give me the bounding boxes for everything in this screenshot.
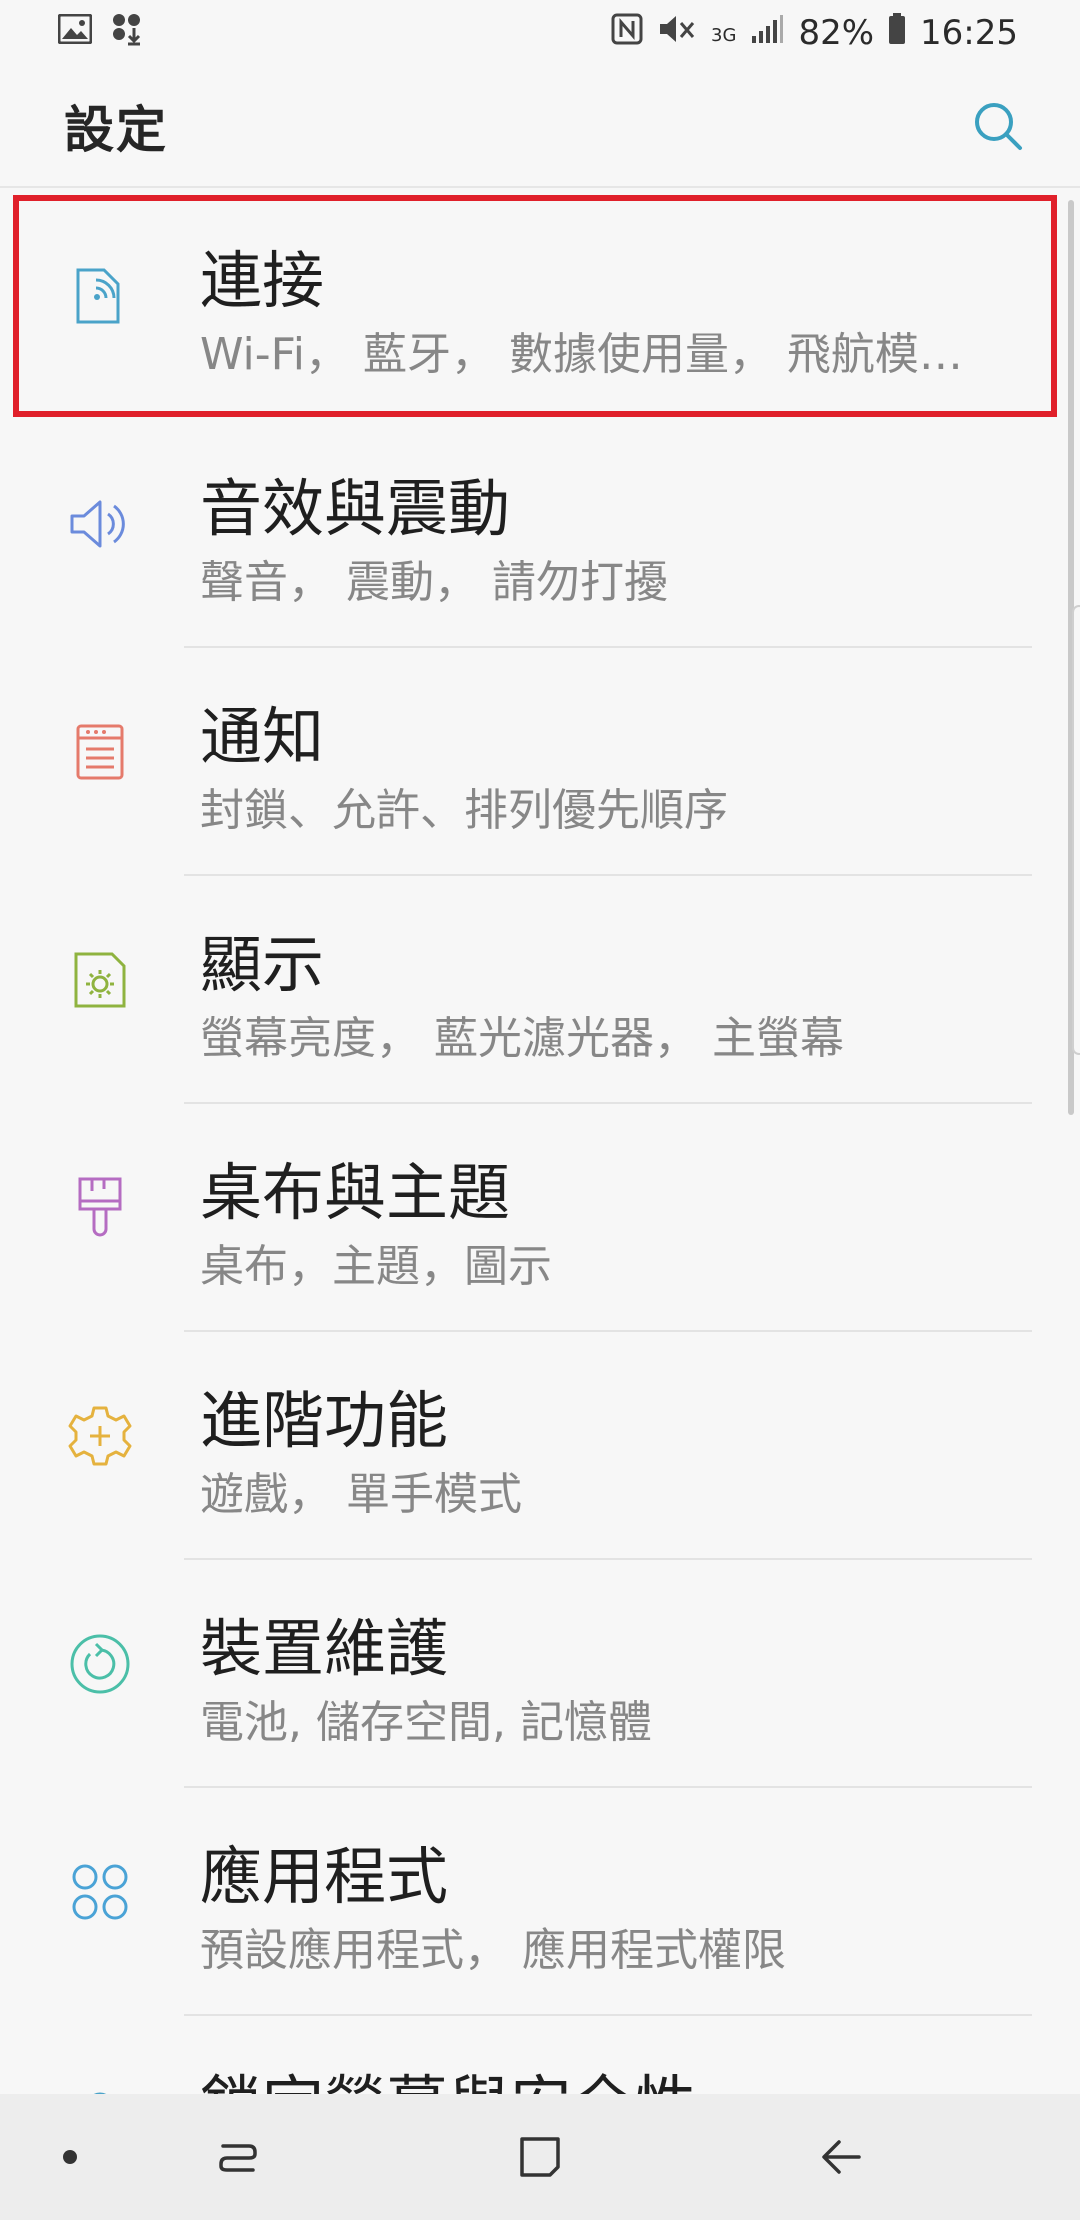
item-title: 桌布與主題 [200, 1156, 511, 1229]
connection-icon [60, 256, 140, 336]
item-subtitle: 封鎖、允許、排列優先順序 [200, 785, 728, 836]
speaker-icon [60, 484, 140, 564]
battery-percent: 82% [798, 13, 875, 53]
clock: 16:25 [920, 13, 1018, 53]
paintbrush-icon [60, 1168, 140, 1248]
mute-icon [657, 13, 697, 54]
battery-icon [888, 12, 906, 54]
item-subtitle: Wi-Fi， 藍牙， 數據使用量， 飛航模… [200, 329, 963, 380]
nav-dot-button[interactable] [0, 2094, 140, 2220]
search-icon [975, 103, 1022, 150]
item-title: 音效與震動 [200, 472, 511, 545]
item-title: 進階功能 [200, 1384, 449, 1457]
settings-item-lock-screen-security[interactable]: 鎖定螢幕與安全性 [0, 2016, 1080, 2094]
page-title: 設定 [64, 101, 168, 159]
header-divider [0, 186, 1080, 188]
lock-icon [60, 2080, 140, 2094]
back-arrow-icon [822, 2140, 861, 2174]
gallery-notification-icon [57, 13, 93, 53]
app-bar: 設定 [0, 66, 1080, 186]
settings-item-notifications[interactable]: 通知 封鎖、允許、排列優先順序 [0, 648, 1080, 876]
item-title: 顯示 [200, 928, 325, 1001]
signal-icon [750, 13, 784, 53]
notification-icon [60, 712, 140, 792]
item-title: 鎖定螢幕與安全性 [200, 2054, 696, 2094]
network-type-label: 3G [711, 24, 737, 46]
settings-item-advanced-features[interactable]: 進階功能 遊戲， 單手模式 [0, 1332, 1080, 1560]
recents-button[interactable] [168, 2094, 308, 2220]
item-title: 裝置維護 [200, 1612, 449, 1685]
settings-item-display[interactable]: 顯示 螢幕亮度， 藍光濾光器， 主螢幕 [0, 876, 1080, 1104]
item-title: 應用程式 [200, 1840, 449, 1913]
display-icon [60, 940, 140, 1020]
home-button[interactable] [470, 2094, 610, 2220]
dot-icon [63, 2150, 77, 2164]
item-title: 連接 [200, 244, 325, 317]
item-subtitle: 桌布，主題，圖示 [200, 1241, 552, 1292]
home-icon [520, 2137, 560, 2177]
navigation-bar [0, 2094, 1080, 2220]
settings-list: 連接 Wi-Fi， 藍牙， 數據使用量， 飛航模… 音效與震動 聲音， 震動， … [0, 192, 1080, 2094]
refresh-icon [60, 1624, 140, 1704]
item-subtitle: 預設應用程式， 應用程式權限 [200, 1925, 786, 1976]
apps-grid-icon [60, 1852, 140, 1932]
item-subtitle: 遊戲， 單手模式 [200, 1469, 522, 1520]
status-bar: 3G 82% 16:25 [0, 0, 1080, 66]
nfc-icon [611, 13, 643, 54]
settings-screen: 3G 82% 16:25 設定 連接 Wi-Fi， 藍牙， 數據使用量， 飛航模… [0, 0, 1080, 2220]
settings-item-sounds[interactable]: 音效與震動 聲音， 震動， 請勿打擾 [0, 420, 1080, 648]
item-subtitle: 聲音， 震動， 請勿打擾 [200, 557, 668, 608]
search-button[interactable] [966, 94, 1030, 158]
recents-icon [219, 2144, 257, 2172]
download-notification-icon [110, 12, 144, 55]
edge-panel-handle[interactable] [1072, 605, 1080, 1055]
gear-plus-icon [60, 1396, 140, 1476]
item-subtitle: 螢幕亮度， 藍光濾光器， 主螢幕 [200, 1013, 844, 1064]
status-bar-notifications [57, 12, 144, 55]
highlight-box [13, 195, 1057, 417]
settings-item-device-maintenance[interactable]: 裝置維護 電池, 儲存空間, 記憶體 [0, 1560, 1080, 1788]
item-subtitle: 電池, 儲存空間, 記憶體 [200, 1697, 652, 1748]
settings-item-apps[interactable]: 應用程式 預設應用程式， 應用程式權限 [0, 1788, 1080, 2016]
status-bar-system: 3G 82% 16:25 [611, 12, 1018, 54]
settings-item-wallpapers-themes[interactable]: 桌布與主題 桌布，主題，圖示 [0, 1104, 1080, 1332]
item-title: 通知 [200, 700, 325, 773]
settings-item-connections[interactable]: 連接 Wi-Fi， 藍牙， 數據使用量， 飛航模… [0, 192, 1080, 420]
back-button[interactable] [772, 2094, 912, 2220]
